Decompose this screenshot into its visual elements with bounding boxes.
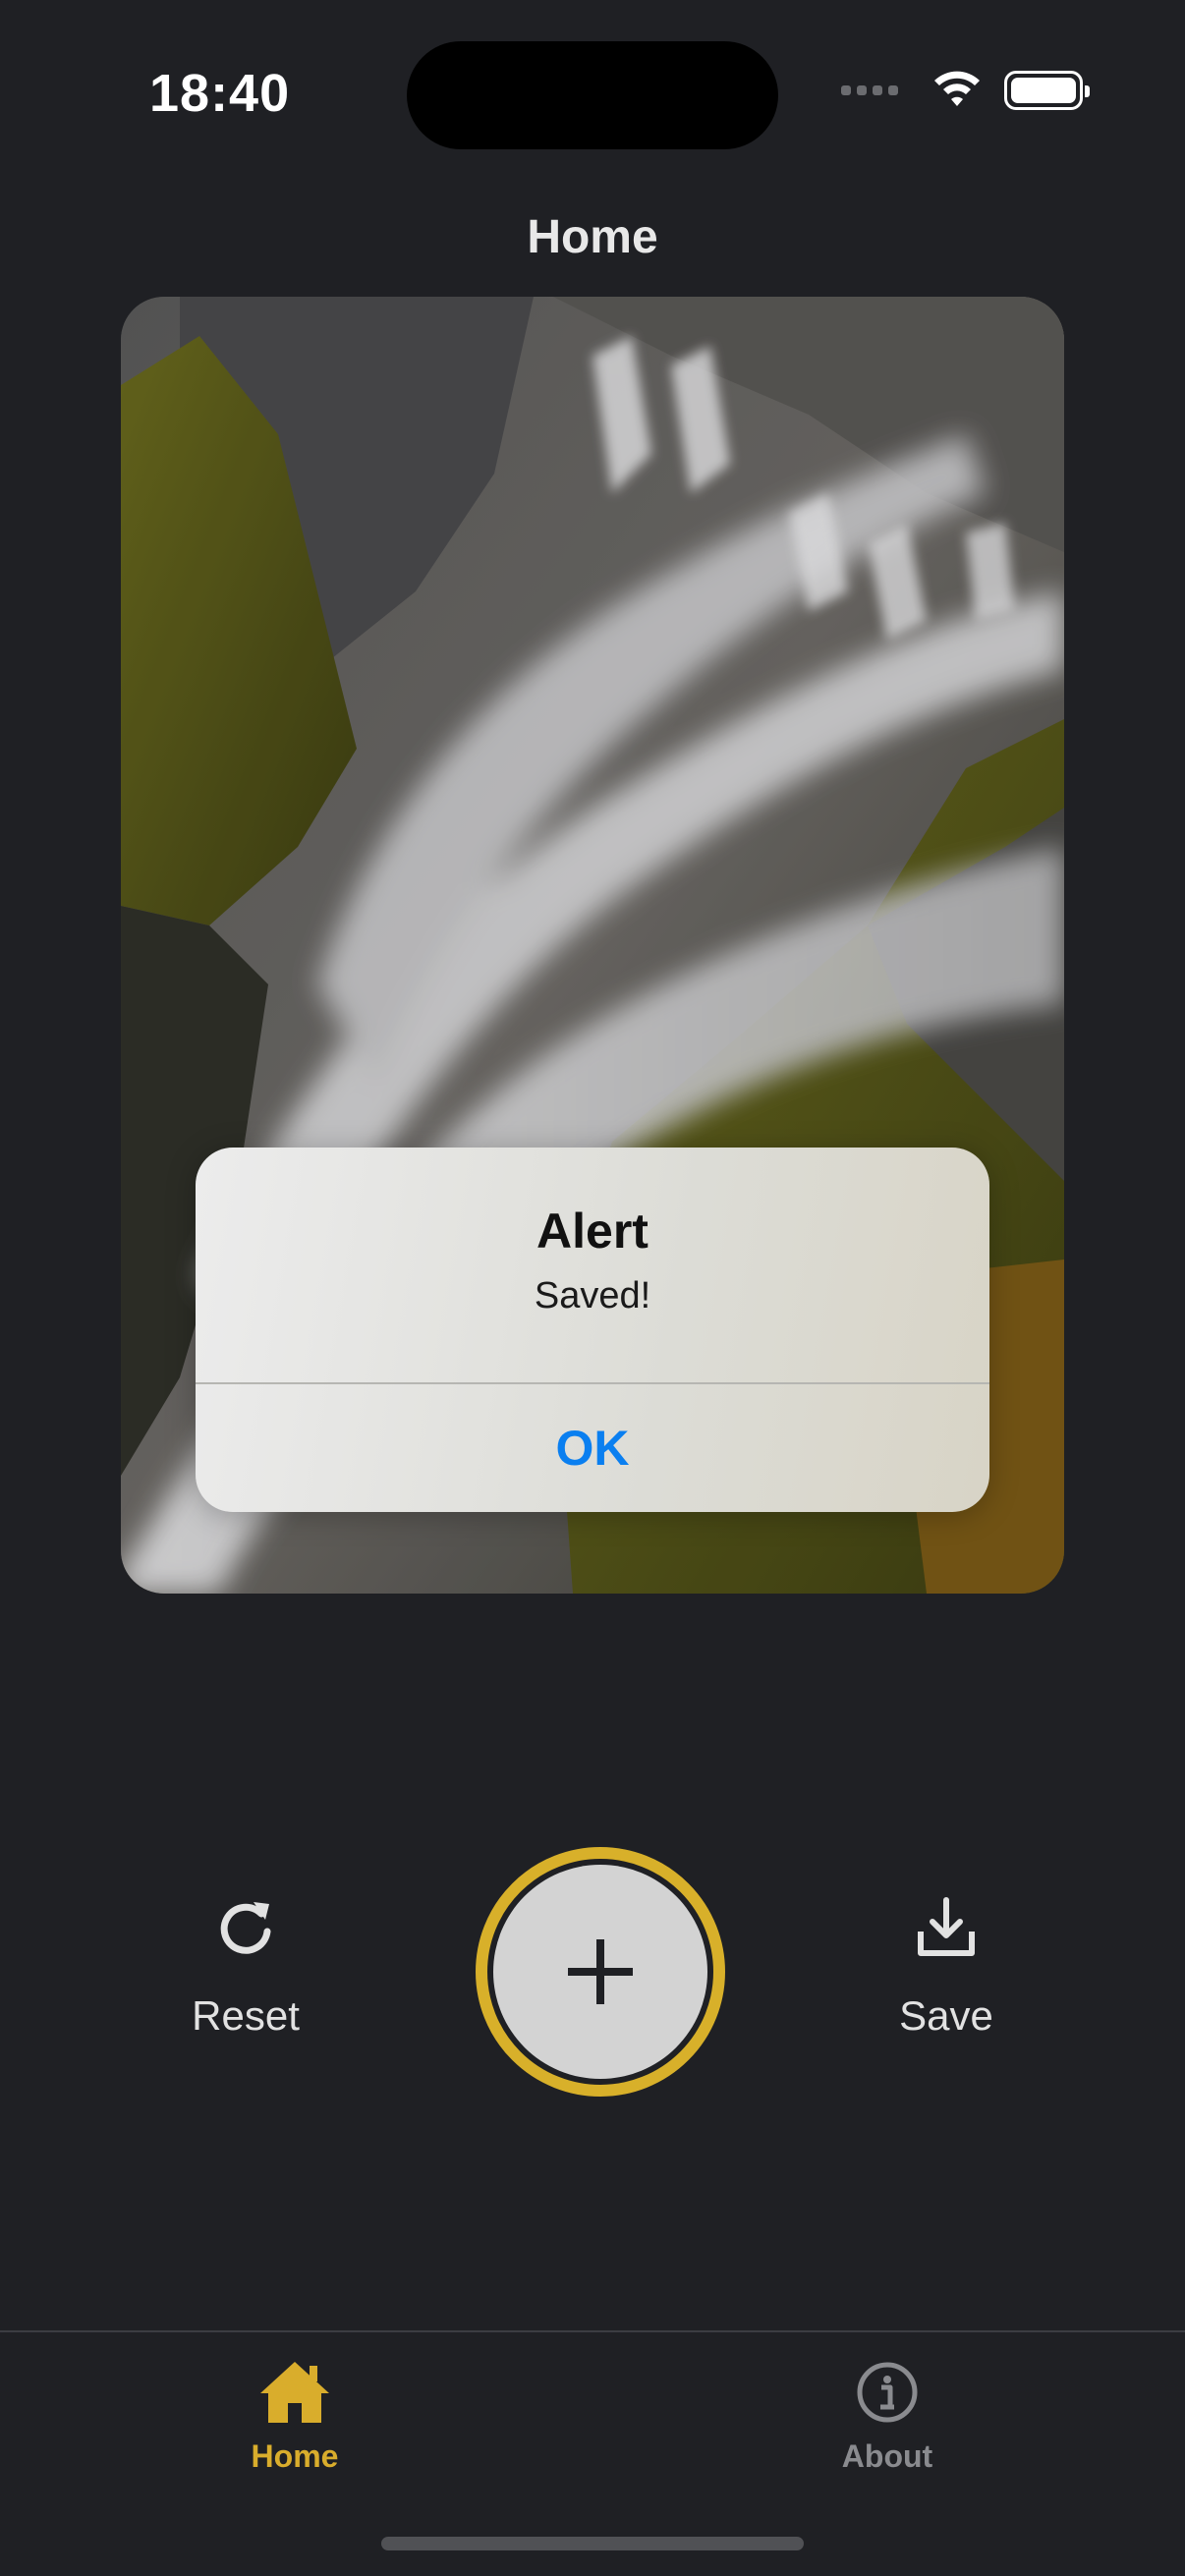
- alert-ok-button[interactable]: OK: [196, 1384, 989, 1512]
- alert-message: Saved!: [534, 1275, 651, 1316]
- plus-icon: [568, 1939, 633, 2004]
- info-icon: [857, 2362, 918, 2423]
- add-button[interactable]: [476, 1847, 725, 2097]
- app-screen: 18:40 Home Alert Saved! OK Reset Save Ho…: [0, 0, 1185, 2576]
- reset-button[interactable]: Reset: [147, 1896, 344, 2040]
- tab-about[interactable]: About: [740, 2332, 1035, 2475]
- download-icon: [918, 1897, 975, 1956]
- cellular-signal-icon: [841, 85, 898, 95]
- battery-icon: [1004, 71, 1090, 110]
- refresh-icon: [220, 1902, 271, 1954]
- alert-title: Alert: [536, 1204, 649, 1259]
- alert-dialog: Alert Saved! OK: [196, 1148, 989, 1512]
- add-button-inner: [493, 1865, 707, 2079]
- save-label: Save: [899, 1992, 993, 2039]
- dynamic-island: [407, 41, 778, 149]
- status-time: 18:40: [149, 64, 291, 123]
- page-title: Home: [527, 211, 658, 263]
- tab-about-label: About: [841, 2438, 933, 2474]
- wifi-icon: [934, 71, 980, 106]
- home-indicator[interactable]: [381, 2537, 804, 2550]
- save-button[interactable]: Save: [848, 1896, 1044, 2040]
- house-icon: [260, 2362, 329, 2423]
- tab-home[interactable]: Home: [147, 2332, 442, 2475]
- reset-label: Reset: [192, 1992, 300, 2039]
- tab-home-label: Home: [251, 2438, 339, 2474]
- status-indicators: [841, 71, 1090, 110]
